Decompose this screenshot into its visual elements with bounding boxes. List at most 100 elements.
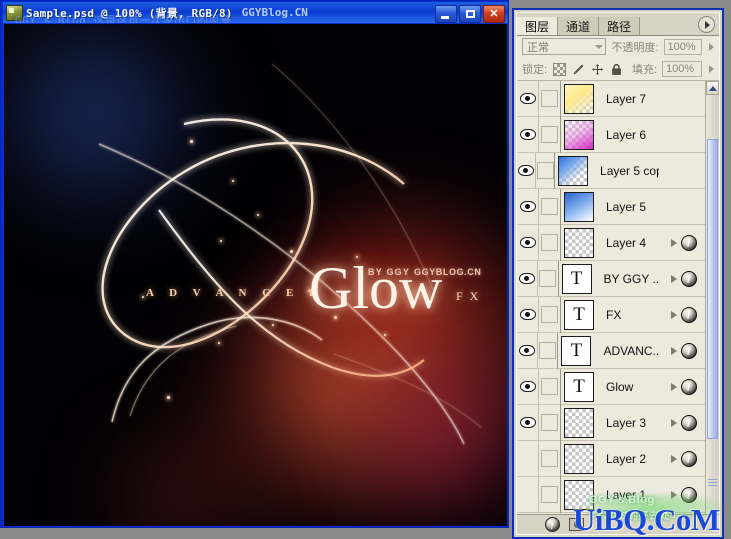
layer-name[interactable]: Layer 7 — [597, 92, 659, 106]
opacity-slider-arrow-icon[interactable] — [709, 42, 714, 51]
layer-link-toggle[interactable] — [539, 440, 561, 477]
lock-all-icon[interactable] — [609, 62, 623, 76]
layer-effects-fx-icon[interactable]: ƒ — [681, 270, 697, 287]
layer-thumbnail-cell[interactable] — [561, 441, 597, 477]
layer-visibility-toggle[interactable] — [517, 116, 539, 153]
layer-row[interactable]: Layer 1 ƒ — [517, 476, 705, 513]
layer-name[interactable]: BY GGY ... — [595, 272, 659, 286]
layer-list-scrollbar[interactable] — [705, 81, 719, 514]
layer-name[interactable]: Layer 2 — [597, 452, 659, 466]
opacity-input[interactable]: 100% — [663, 38, 702, 55]
expand-effects-arrow-icon[interactable] — [671, 490, 677, 499]
layer-visibility-toggle[interactable] — [517, 332, 538, 369]
layer-link-toggle[interactable] — [539, 476, 561, 513]
layer-link-toggle[interactable] — [539, 368, 561, 405]
layer-link-toggle[interactable] — [536, 152, 556, 189]
layer-row[interactable]: Layer 5 — [517, 188, 705, 225]
panel-menu-icon[interactable] — [698, 16, 715, 33]
layer-thumbnail-cell[interactable] — [555, 153, 591, 189]
layer-visibility-toggle[interactable] — [517, 81, 539, 117]
layer-effects-fx-icon[interactable]: ƒ — [681, 450, 697, 467]
minimize-button[interactable] — [435, 5, 457, 23]
layer-name[interactable]: Layer 6 — [597, 128, 659, 142]
layer-name[interactable]: ADVANC... — [594, 344, 659, 358]
layer-visibility-toggle[interactable] — [517, 260, 538, 297]
scroll-up-arrow-icon[interactable] — [706, 81, 719, 95]
layer-visibility-toggle[interactable] — [517, 296, 539, 333]
layer-thumbnail-cell[interactable]: T — [558, 333, 594, 369]
layer-list[interactable]: Layer 7 Layer 6 Layer 5 copy Layer 5 Layer 4… — [517, 81, 719, 514]
layer-link-toggle[interactable] — [539, 296, 561, 333]
layer-visibility-toggle[interactable] — [517, 404, 539, 441]
layer-style-button[interactable]: ƒ — [545, 517, 560, 532]
layer-visibility-toggle[interactable] — [517, 224, 539, 261]
layer-row[interactable]: T ADVANC... ƒ — [517, 332, 705, 369]
layer-row[interactable]: Layer 5 copy — [517, 152, 705, 189]
layer-effects-fx-icon[interactable]: ƒ — [681, 234, 697, 251]
layer-thumbnail-cell[interactable] — [561, 405, 597, 441]
layer-name[interactable]: Layer 5 copy — [591, 164, 659, 178]
layer-link-toggle[interactable] — [538, 332, 559, 369]
layer-thumbnail-cell[interactable] — [561, 477, 597, 513]
fill-input[interactable]: 100% — [662, 61, 703, 77]
layer-visibility-toggle[interactable] — [517, 368, 539, 405]
expand-effects-arrow-icon[interactable] — [671, 238, 677, 247]
layer-link-toggle[interactable] — [539, 116, 561, 153]
expand-effects-arrow-icon[interactable] — [671, 274, 677, 283]
tab-channels[interactable]: 通道 — [558, 17, 605, 35]
layer-row[interactable]: T Glow ƒ — [517, 368, 705, 405]
layer-row[interactable]: Layer 3 ƒ — [517, 404, 705, 441]
tab-paths[interactable]: 路径 — [599, 17, 646, 35]
layer-thumbnail-cell[interactable]: T — [559, 261, 595, 297]
expand-effects-arrow-icon[interactable] — [671, 382, 677, 391]
expand-effects-arrow-icon[interactable] — [671, 346, 678, 355]
layer-thumbnail-cell[interactable]: T — [561, 297, 597, 333]
layer-name[interactable]: Layer 1 — [597, 488, 659, 502]
layer-visibility-toggle[interactable] — [517, 152, 537, 189]
layer-row[interactable]: T BY GGY ... ƒ — [517, 260, 705, 297]
layer-link-toggle[interactable] — [538, 260, 559, 297]
expand-effects-arrow-icon[interactable] — [671, 418, 677, 427]
layer-effects-fx-icon[interactable]: ƒ — [681, 486, 697, 503]
blend-mode-select[interactable]: 正常 — [522, 38, 607, 55]
layer-name[interactable]: FX — [597, 308, 659, 322]
layer-link-toggle[interactable] — [539, 224, 561, 261]
window-titlebar[interactable]: Sample.psd @ 100% (背景, RGB/8) GGYBlog.CN… — [3, 2, 508, 23]
document-canvas[interactable]: A D V A N C E D Glow F X BY GGY GGYBLOG.… — [4, 24, 507, 526]
layer-thumbnail-cell[interactable] — [561, 117, 597, 153]
maximize-button[interactable] — [459, 5, 481, 23]
add-layer-mask-button[interactable] — [569, 517, 584, 532]
layer-row[interactable]: T FX ƒ — [517, 296, 705, 333]
lock-position-icon[interactable] — [590, 62, 604, 76]
layer-name[interactable]: Layer 3 — [597, 416, 659, 430]
layer-visibility-toggle[interactable] — [517, 188, 539, 225]
close-button[interactable]: ✕ — [483, 5, 505, 23]
lock-image-pixels-icon[interactable] — [571, 62, 585, 76]
lock-transparent-pixels-icon[interactable] — [552, 62, 566, 76]
layer-thumbnail-cell[interactable]: T — [561, 369, 597, 405]
fill-slider-arrow-icon[interactable] — [709, 65, 715, 73]
layer-thumbnail-cell[interactable] — [561, 81, 597, 117]
layer-link-toggle[interactable] — [539, 81, 561, 117]
layer-effects-fx-icon[interactable]: ƒ — [681, 378, 697, 395]
tab-layers[interactable]: 图层 — [517, 17, 564, 35]
expand-effects-arrow-icon[interactable] — [671, 454, 677, 463]
layer-name[interactable]: Glow — [597, 380, 659, 394]
layer-link-toggle[interactable] — [539, 188, 561, 225]
layer-thumbnail-cell[interactable] — [561, 225, 597, 261]
layer-visibility-toggle[interactable] — [517, 440, 539, 477]
layer-name[interactable]: Layer 4 — [597, 236, 659, 250]
layer-row[interactable]: Layer 2 ƒ — [517, 440, 705, 477]
layer-link-toggle[interactable] — [539, 404, 561, 441]
layer-row[interactable]: Layer 6 — [517, 116, 705, 153]
layer-name[interactable]: Layer 5 — [597, 200, 659, 214]
layer-visibility-toggle[interactable] — [517, 476, 539, 513]
layer-effects-fx-icon[interactable]: ƒ — [681, 306, 697, 323]
layer-thumbnail-cell[interactable] — [561, 189, 597, 225]
scrollbar-thumb[interactable] — [707, 139, 718, 439]
layer-effects-fx-icon[interactable]: ƒ — [681, 342, 698, 359]
layer-effects-fx-icon[interactable]: ƒ — [681, 414, 697, 431]
layer-row[interactable]: Layer 4 ƒ — [517, 224, 705, 261]
expand-effects-arrow-icon[interactable] — [671, 310, 677, 319]
layer-row[interactable]: Layer 7 — [517, 81, 705, 117]
